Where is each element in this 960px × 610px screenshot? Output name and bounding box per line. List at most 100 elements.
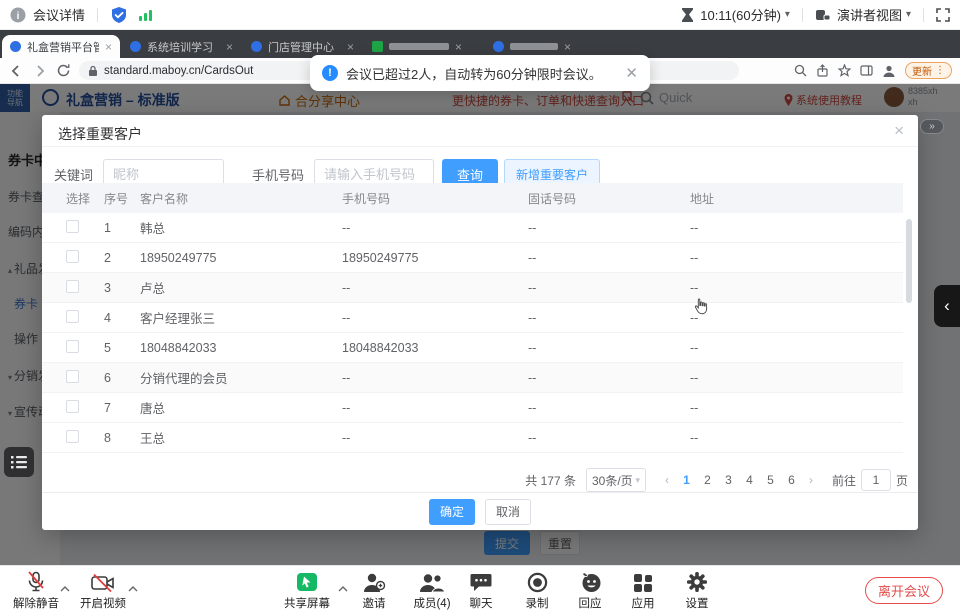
cell-addr: -- bbox=[690, 251, 903, 265]
invite-button[interactable]: 邀请 bbox=[346, 571, 402, 610]
page-3[interactable]: 3 bbox=[718, 473, 739, 487]
row-checkbox[interactable] bbox=[66, 400, 79, 413]
page-1[interactable]: 1 bbox=[676, 473, 697, 487]
cell-addr: -- bbox=[690, 221, 903, 235]
table-row[interactable]: 5 18048842033 18048842033 -- -- bbox=[42, 333, 903, 363]
page-4[interactable]: 4 bbox=[739, 473, 760, 487]
zoom-page-icon[interactable] bbox=[794, 64, 807, 77]
share-icon[interactable] bbox=[816, 64, 829, 77]
tab-close-icon[interactable]: × bbox=[105, 40, 112, 54]
table-row[interactable]: 1 韩总 -- -- -- bbox=[42, 213, 903, 243]
chat-button[interactable]: 聊天 bbox=[453, 571, 509, 610]
table-row[interactable]: 2 18950249775 18950249775 -- -- bbox=[42, 243, 903, 273]
table-row[interactable]: 8 王总 -- -- -- bbox=[42, 423, 903, 453]
table-row[interactable]: 4 客户经理张三 -- -- -- bbox=[42, 303, 903, 333]
members-label: 成员(4) bbox=[404, 595, 460, 610]
floating-list-button[interactable] bbox=[4, 447, 34, 477]
col-header-phone: 手机号码 bbox=[342, 190, 528, 207]
share-screen-label: 共享屏幕 bbox=[275, 595, 339, 610]
table-scrollbar[interactable] bbox=[906, 219, 912, 303]
keyword-label: 关键词 bbox=[54, 165, 93, 184]
col-header-name: 客户名称 bbox=[140, 190, 342, 207]
row-checkbox[interactable] bbox=[66, 250, 79, 263]
start-video-button[interactable]: 开启视频 bbox=[75, 571, 131, 610]
video-options-chevron[interactable] bbox=[128, 579, 138, 597]
row-checkbox[interactable] bbox=[66, 280, 79, 293]
goto-unit-label: 页 bbox=[896, 472, 908, 489]
tab-close-icon[interactable]: × bbox=[347, 40, 354, 54]
leave-meeting-button[interactable]: 离开会议 bbox=[865, 577, 943, 604]
modal-footer: 确定 取消 bbox=[42, 492, 918, 530]
cell-phone: -- bbox=[342, 281, 528, 295]
view-dropdown-caret[interactable]: ▾ bbox=[906, 9, 911, 20]
page-2[interactable]: 2 bbox=[697, 473, 718, 487]
table-row[interactable]: 6 分销代理的会员 -- -- -- bbox=[42, 363, 903, 393]
modal-close-icon[interactable]: × bbox=[894, 121, 904, 141]
table-row[interactable]: 3 卢总 -- -- -- bbox=[42, 273, 903, 303]
row-checkbox[interactable] bbox=[66, 430, 79, 443]
timer-dropdown-caret[interactable]: ▾ bbox=[785, 9, 790, 20]
apps-button[interactable]: 应用 bbox=[615, 571, 671, 610]
row-checkbox[interactable] bbox=[66, 220, 79, 233]
table-row[interactable]: 7 唐总 -- -- -- bbox=[42, 393, 903, 423]
network-signal-icon[interactable] bbox=[138, 8, 154, 22]
panel-collapse-chevron[interactable]: ‹ bbox=[934, 285, 960, 327]
browser-tab-2[interactable]: 系统培训学习 × bbox=[122, 35, 241, 58]
browser-tab-1[interactable]: 礼盒营销平台管理中心 × bbox=[2, 35, 120, 58]
cell-addr: -- bbox=[690, 401, 903, 415]
cell-tel: -- bbox=[528, 431, 690, 445]
cell-name: 18048842033 bbox=[140, 341, 342, 355]
update-label: 更新 bbox=[912, 63, 932, 78]
forward-icon[interactable] bbox=[32, 63, 48, 79]
goto-page-input[interactable] bbox=[861, 469, 891, 491]
unmute-button[interactable]: 解除静音 bbox=[8, 571, 64, 610]
side-panel-icon[interactable] bbox=[860, 64, 873, 77]
row-checkbox[interactable] bbox=[66, 370, 79, 383]
toast-close-icon[interactable]: ✕ bbox=[625, 64, 638, 82]
row-checkbox[interactable] bbox=[66, 310, 79, 323]
sidebar-expand-button[interactable]: » bbox=[920, 119, 944, 134]
members-button[interactable]: 成员(4) bbox=[404, 571, 460, 610]
browser-update-button[interactable]: 更新 ⋮ bbox=[905, 62, 952, 79]
cell-phone: -- bbox=[342, 311, 528, 325]
cell-tel: -- bbox=[528, 401, 690, 415]
chevron-down-icon: ▾ bbox=[635, 475, 640, 486]
chat-icon bbox=[470, 572, 492, 593]
meeting-details-link[interactable]: 会议详情 bbox=[33, 5, 85, 24]
next-page-icon[interactable]: › bbox=[802, 473, 820, 487]
refresh-icon[interactable] bbox=[56, 63, 71, 78]
pagination: 共 177 条 30条/页 ▾ ‹ 1 2 3 4 5 6 › 前往 页 bbox=[525, 467, 908, 493]
row-checkbox[interactable] bbox=[66, 340, 79, 353]
page-6[interactable]: 6 bbox=[781, 473, 802, 487]
tab-close-icon[interactable]: × bbox=[226, 40, 233, 54]
reaction-emoji-icon bbox=[579, 571, 602, 593]
page-size-select[interactable]: 30条/页 ▾ bbox=[586, 468, 646, 492]
back-icon[interactable] bbox=[8, 63, 24, 79]
reactions-button[interactable]: 回应 bbox=[562, 571, 618, 610]
prev-page-icon[interactable]: ‹ bbox=[658, 473, 676, 487]
browser-tab-strip: 礼盒营销平台管理中心 × 系统培训学习 × 门店管理中心 × × × + bbox=[0, 30, 960, 58]
page-5[interactable]: 5 bbox=[760, 473, 781, 487]
members-icon bbox=[418, 573, 446, 593]
phone-label: 手机号码 bbox=[252, 165, 304, 184]
fullscreen-icon[interactable] bbox=[936, 8, 950, 22]
profile-icon[interactable] bbox=[882, 64, 896, 78]
cell-name: 唐总 bbox=[140, 398, 342, 417]
confirm-button[interactable]: 确定 bbox=[429, 499, 475, 525]
cell-addr: -- bbox=[690, 311, 903, 325]
col-header-no: 序号 bbox=[104, 190, 140, 207]
share-screen-button[interactable]: 共享屏幕 bbox=[275, 571, 339, 610]
modal-title: 选择重要客户 bbox=[58, 124, 142, 144]
settings-button[interactable]: 设置 bbox=[669, 571, 725, 610]
cell-no: 4 bbox=[104, 311, 140, 325]
cell-name: 韩总 bbox=[140, 218, 342, 237]
tab-favicon bbox=[10, 41, 21, 52]
record-button[interactable]: 录制 bbox=[509, 571, 565, 610]
tab-close-icon[interactable]: × bbox=[455, 40, 462, 54]
view-mode-label[interactable]: 演讲者视图 bbox=[837, 5, 902, 24]
bookmark-star-icon[interactable] bbox=[838, 64, 851, 77]
cancel-button[interactable]: 取消 bbox=[485, 499, 531, 525]
unmute-options-chevron[interactable] bbox=[60, 579, 70, 597]
tab-close-icon[interactable]: × bbox=[564, 40, 571, 54]
security-shield-icon[interactable] bbox=[110, 6, 128, 24]
